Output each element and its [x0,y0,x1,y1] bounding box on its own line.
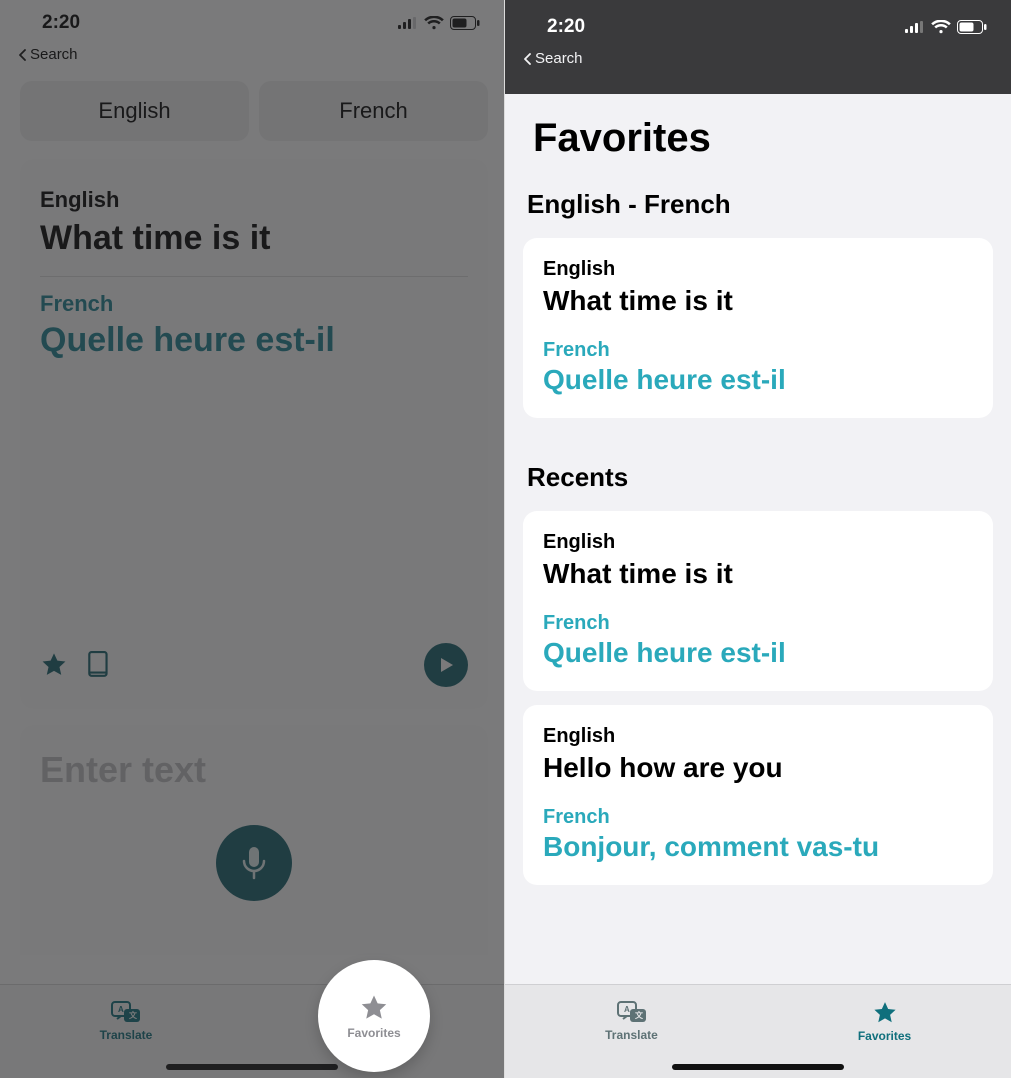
translate-icon: A文 [617,1001,647,1025]
page-title: Favorites [505,94,1011,175]
tab-favorites-label: Favorites [858,1029,911,1043]
favorites-scroll-area[interactable]: Favorites English - French English What … [505,94,1011,1078]
item-source-lang: English [543,725,973,748]
translate-icon: A文 [111,1001,141,1025]
item-source-text: What time is it [543,558,973,590]
phone-right-screen: 2:20 Search Favorites English - French E [505,0,1011,1078]
battery-icon [450,16,480,30]
input-placeholder: Enter text [40,749,468,791]
star-icon [872,1000,898,1026]
recent-item[interactable]: English What time is it French Quelle he… [523,511,993,691]
wifi-icon [931,20,951,34]
phone-left-screen: 2:20 Search English French English What … [0,0,505,1078]
card-source-text: What time is it [40,219,468,258]
item-target-text: Quelle heure est-il [543,637,973,669]
star-icon [40,651,68,679]
item-source-lang: English [543,258,973,281]
item-source-text: Hello how are you [543,752,973,784]
language-pair-heading: English - French [505,175,1011,230]
tab-favorites[interactable]: Favorites [758,985,1011,1058]
tab-translate[interactable]: A文 Translate [0,985,252,1058]
target-language-selector[interactable]: French [259,81,488,141]
status-bar: 2:20 [505,0,1011,50]
status-icons [398,16,480,30]
play-icon [437,656,455,674]
chevron-left-icon [18,49,28,61]
item-source-text: What time is it [543,285,973,317]
play-button[interactable] [424,643,468,687]
recents-heading: Recents [505,432,1011,503]
svg-text:A: A [624,1005,630,1014]
cellular-icon [905,21,925,33]
back-to-search[interactable]: Search [0,46,504,69]
svg-text:A: A [118,1005,124,1014]
item-target-text: Quelle heure est-il [543,364,973,396]
card-divider [40,276,468,277]
home-indicator[interactable] [672,1064,844,1070]
card-target-lang: French [40,291,468,317]
source-language-label: English [98,98,170,124]
tab-translate-label: Translate [100,1028,153,1042]
microphone-icon [240,845,268,881]
dictionary-button[interactable] [86,651,112,679]
battery-icon [957,20,987,34]
status-time: 2:20 [42,12,80,34]
status-icons [905,20,987,34]
item-target-lang: French [543,339,973,362]
svg-text:文: 文 [129,1010,138,1020]
book-icon [86,651,112,679]
card-target-text: Quelle heure est-il [40,321,468,360]
favorites-highlight-label: Favorites [347,1026,400,1040]
favorites-tab-highlight[interactable]: Favorites [318,960,430,1072]
tab-translate[interactable]: A文 Translate [505,985,758,1058]
status-bar: 2:20 [0,0,504,46]
text-input-area[interactable]: Enter text [20,725,488,955]
star-icon [359,993,389,1023]
home-indicator[interactable] [166,1064,338,1070]
item-target-text: Bonjour, comment vas-tu [543,831,973,863]
tab-translate-label: Translate [605,1028,658,1042]
microphone-button[interactable] [216,825,292,901]
target-language-label: French [339,98,407,124]
back-label: Search [535,50,583,67]
source-language-selector[interactable]: English [20,81,249,141]
favorite-item[interactable]: English What time is it French Quelle he… [523,238,993,418]
favorite-button[interactable] [40,651,68,679]
recent-item[interactable]: English Hello how are you French Bonjour… [523,705,993,885]
chevron-left-icon [523,53,533,65]
translation-card: English What time is it French Quelle he… [20,159,488,709]
card-source-lang: English [40,187,468,213]
back-to-search[interactable]: Search [505,50,1011,73]
wifi-icon [424,16,444,30]
item-target-lang: French [543,806,973,829]
back-label: Search [30,46,78,63]
cellular-icon [398,17,418,29]
item-source-lang: English [543,531,973,554]
status-time: 2:20 [547,16,585,38]
item-target-lang: French [543,612,973,635]
svg-text:文: 文 [635,1010,644,1020]
